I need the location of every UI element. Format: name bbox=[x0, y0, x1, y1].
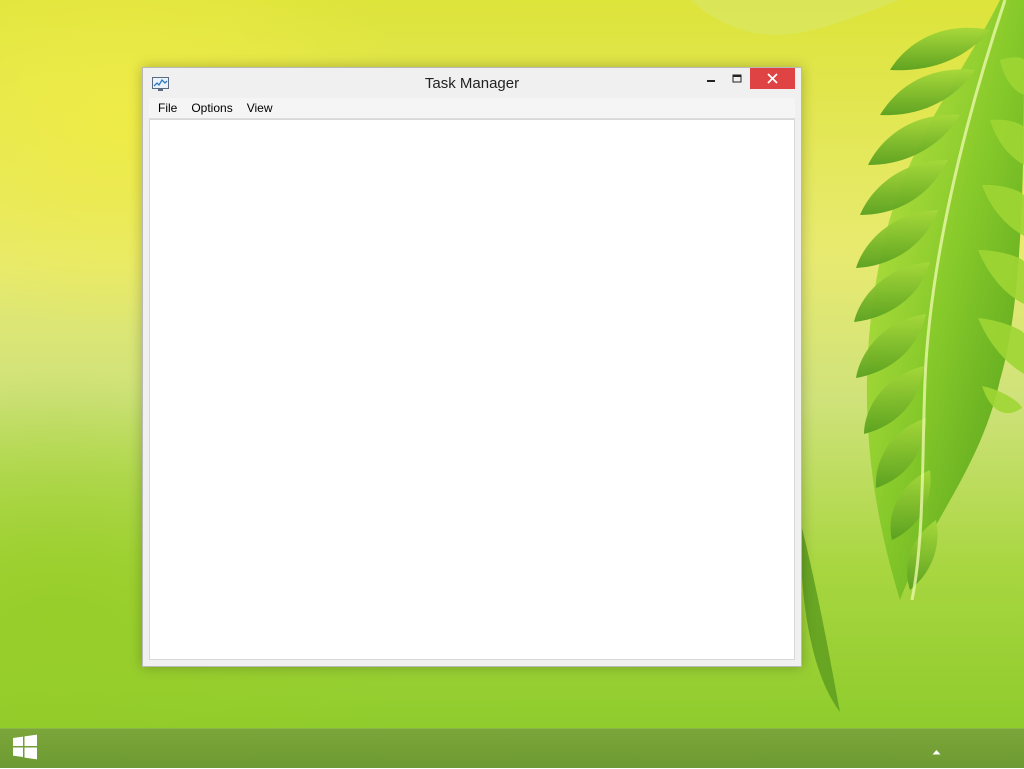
menu-file[interactable]: File bbox=[151, 98, 184, 118]
task-manager-window[interactable]: Task Manager File Options View bbox=[142, 67, 802, 667]
minimize-button[interactable] bbox=[698, 68, 724, 89]
title-bar[interactable]: Task Manager bbox=[143, 68, 801, 98]
close-icon bbox=[767, 69, 778, 88]
menu-bar: File Options View bbox=[149, 98, 795, 119]
minimize-icon bbox=[706, 69, 716, 88]
taskbar bbox=[0, 728, 1024, 768]
maximize-icon bbox=[732, 69, 742, 88]
show-hidden-icons-button[interactable] bbox=[928, 741, 944, 757]
menu-options[interactable]: Options bbox=[184, 98, 239, 118]
close-button[interactable] bbox=[750, 68, 795, 89]
menu-view[interactable]: View bbox=[240, 98, 280, 118]
maximize-button[interactable] bbox=[724, 68, 750, 89]
windows-logo-icon bbox=[12, 734, 38, 764]
content-area bbox=[149, 119, 795, 660]
start-button[interactable] bbox=[0, 729, 50, 769]
chevron-up-icon bbox=[932, 740, 941, 759]
